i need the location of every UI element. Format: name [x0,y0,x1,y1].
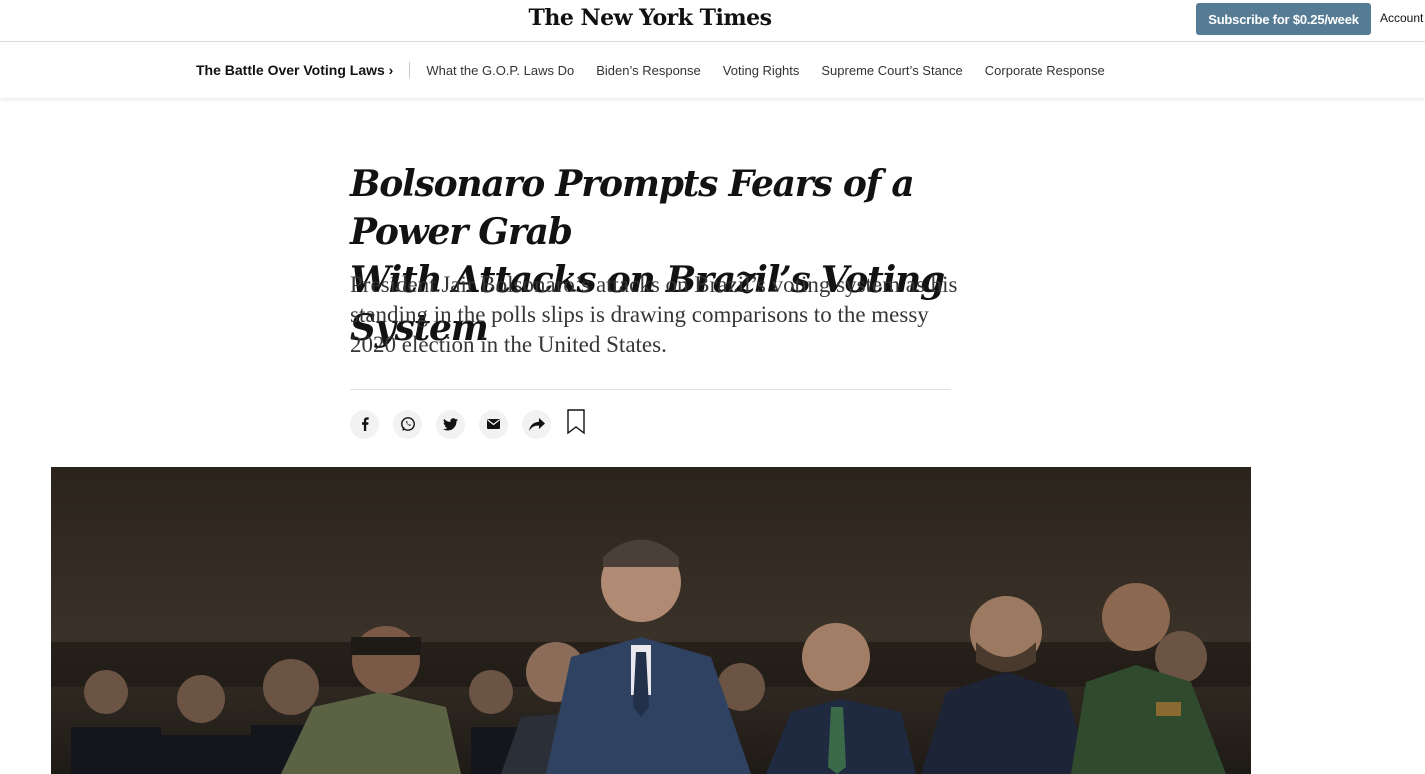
nav-link-supreme-court[interactable]: Supreme Court’s Stance [821,63,962,78]
account-link[interactable]: Account [1380,11,1423,25]
twitter-icon[interactable] [436,409,465,439]
share-bar [350,408,585,440]
lead-photo-image [51,467,1251,774]
facebook-icon[interactable] [350,409,379,439]
nav-link-corporate-response[interactable]: Corporate Response [985,63,1105,78]
nav-link-bidens-response[interactable]: Biden’s Response [596,63,701,78]
section-nav-title[interactable]: The Battle Over Voting Laws › [196,62,411,78]
subscribe-button[interactable]: Subscribe for $0.25/week [1196,3,1371,35]
whatsapp-icon[interactable] [393,409,422,439]
lead-photo [51,467,1251,774]
section-nav: The Battle Over Voting Laws › What the G… [0,42,1425,98]
share-icon[interactable] [522,409,551,439]
article-summary: President Jair Bolsonaro’s attacks on Br… [350,272,958,357]
top-bar: The New York Times Subscribe for $0.25/w… [0,0,1425,42]
nav-link-voting-rights[interactable]: Voting Rights [723,63,800,78]
email-icon[interactable] [479,409,508,439]
headline-line-1: Bolsonaro Prompts Fears of a Power Grab [350,163,915,253]
nav-link-gop-laws[interactable]: What the G.O.P. Laws Do [426,63,574,78]
bookmark-icon[interactable] [567,408,585,440]
divider [350,389,951,390]
masthead-logo[interactable]: The New York Times [0,5,1300,31]
